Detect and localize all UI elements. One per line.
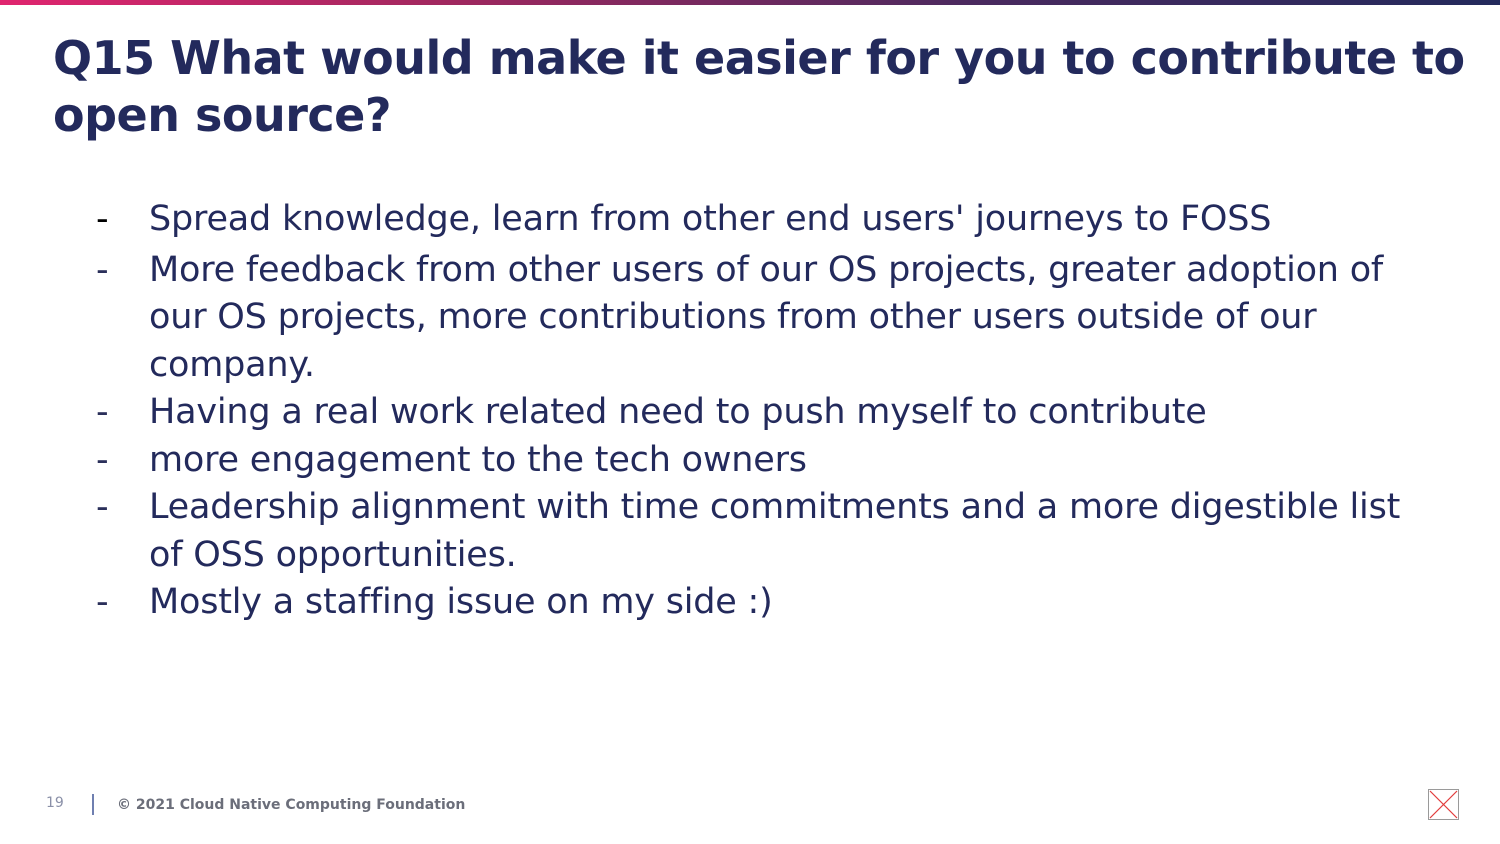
bullet-item: - More feedback from other users of our … [96,247,1426,390]
bullet-text: Having a real work related need to push … [149,392,1207,432]
bullet-text: more engagement to the tech owners [149,439,807,480]
bullet-marker: - [96,199,109,239]
footer-copyright: © 2021 Cloud Native Computing Foundation [117,797,466,813]
bullet-item: - Spread knowledge, learn from other end… [96,196,1426,244]
bullet-item: - Leadership alignment with time commitm… [96,484,1426,579]
bullet-text: Mostly a staffing issue on my side :) [149,582,773,622]
top-accent-bar [0,0,1500,5]
bullet-list: - Spread knowledge, learn from other end… [96,196,1426,627]
footer-divider [92,794,94,815]
bullet-marker: - [96,439,109,480]
bullet-marker: - [96,249,109,290]
bullet-text: Spread knowledge, learn from other end u… [149,199,1272,239]
bullet-marker: - [96,487,109,527]
bullet-item: - Having a real work related need to pus… [96,389,1426,437]
bullet-item: - more engagement to the tech owners [96,437,1426,485]
slide-title: Q15 What would make it easier for you to… [53,31,1465,142]
broken-image-icon [1428,789,1459,820]
bullet-marker: - [96,392,109,432]
bullet-marker: - [96,582,109,622]
bullet-text: More feedback from other users of our OS… [149,249,1384,385]
page-number: 19 [46,795,64,811]
bullet-item: - Mostly a staffing issue on my side :) [96,579,1426,627]
bullet-text: Leadership alignment with time commitmen… [149,487,1401,575]
